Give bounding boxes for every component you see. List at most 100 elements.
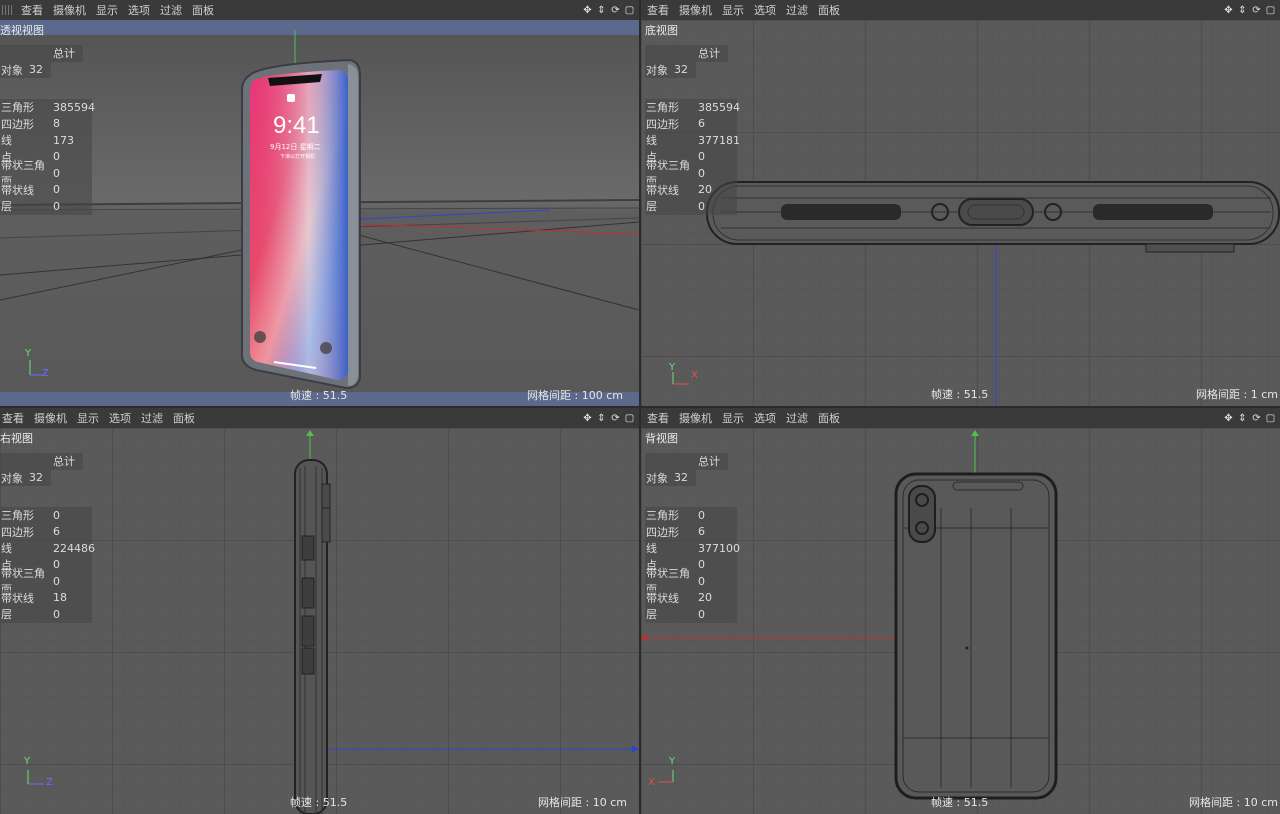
viewport-title: 透视视图 — [0, 24, 44, 37]
stats-objects-value: 32 — [29, 469, 51, 486]
stat-points-value: 0 — [698, 148, 737, 165]
stat-triangles-value: 0 — [53, 507, 92, 524]
stat-triangles-label: 三角形 — [0, 99, 53, 116]
stats-objects-label: 对象 — [0, 469, 29, 486]
stats-total-panel: 总计 对象 32 — [0, 45, 83, 78]
stat-lines-label: 线 — [0, 132, 53, 149]
stats-detail-panel: 三角形0 四边形6 线224486 点0 带状三角面0 带状线18 层0 — [0, 507, 95, 623]
stat-lines-value: 377100 — [698, 540, 740, 557]
stats-objects-label: 对象 — [645, 469, 674, 486]
stat-triangles-label: 三角形 — [645, 99, 698, 116]
stat-quads-label: 四边形 — [0, 115, 53, 132]
stat-lines-label: 线 — [645, 132, 698, 149]
axis-y-label: Y — [669, 756, 676, 767]
stat-strip-tris-value: 0 — [698, 573, 737, 590]
stat-strip-tris-label: 带状三角面 — [645, 159, 698, 188]
stats-objects-label: 对象 — [645, 61, 674, 78]
stats-total-panel: 总计 对象 32 — [0, 453, 83, 486]
viewport-right[interactable]: 查看 摄像机 显示 选项 过滤 面板 ✥ ⇕ ⟳ ▢ 右视图 总计 对象 32 … — [0, 408, 639, 814]
stat-points-value: 0 — [698, 556, 737, 573]
stat-strip-tris-value: 0 — [53, 573, 92, 590]
stat-layers-value: 0 — [698, 606, 737, 623]
axis-x-label: X — [648, 777, 655, 788]
fps-readout: 帧速 : 51.5 — [290, 796, 348, 809]
stat-triangles-label: 三角形 — [645, 507, 698, 524]
stat-triangles-value: 0 — [698, 507, 737, 524]
stat-triangles-value: 385594 — [53, 99, 95, 116]
stat-lines-value: 377181 — [698, 132, 740, 149]
stats-objects-value: 32 — [674, 469, 696, 486]
stat-triangles-value: 385594 — [698, 99, 740, 116]
stat-quads-value: 6 — [698, 115, 737, 132]
stat-lines-label: 线 — [645, 540, 698, 557]
stat-quads-value: 6 — [53, 523, 92, 540]
stat-quads-label: 四边形 — [645, 523, 698, 540]
fps-readout: 帧速 : 51.5 — [931, 388, 989, 401]
stat-strip-tris-label: 带状三角面 — [0, 159, 53, 188]
viewport-perspective[interactable]: 查看 摄像机 显示 选项 过滤 面板 ✥ ⇕ ⟳ ▢ 9:41 9月12日 星期… — [0, 0, 639, 406]
axis-y-label: Y — [24, 756, 31, 767]
stat-strip-tris-label: 带状三角面 — [0, 567, 53, 596]
stat-strip-lines-value: 20 — [698, 181, 737, 198]
stat-strip-tris-label: 带状三角面 — [645, 567, 698, 596]
stat-points-value: 0 — [53, 556, 92, 573]
viewport-title: 背视图 — [645, 432, 678, 445]
stat-strip-lines-label: 带状线 — [645, 589, 698, 606]
stats-total-panel: 总计 对象 32 — [645, 45, 728, 78]
stat-layers-label: 层 — [645, 198, 698, 215]
stats-objects-label: 对象 — [0, 61, 29, 78]
grid-spacing-readout: 网格间距 : 10 cm — [538, 796, 627, 809]
stat-strip-lines-label: 带状线 — [645, 181, 698, 198]
axis-y-label: Y — [25, 348, 32, 359]
stat-quads-label: 四边形 — [645, 115, 698, 132]
grid-spacing-readout: 网格间距 : 1 cm — [1196, 388, 1278, 401]
stats-objects-value: 32 — [674, 61, 696, 78]
stat-lines-value: 224486 — [53, 540, 95, 557]
stats-total-label: 总计 — [53, 453, 83, 470]
stat-layers-value: 0 — [698, 198, 737, 215]
stat-quads-label: 四边形 — [0, 523, 53, 540]
phone-model[interactable] — [0, 0, 639, 406]
stat-lines-label: 线 — [0, 540, 53, 557]
stat-layers-label: 层 — [0, 198, 53, 215]
phone-date: 9月12日 星期二 — [270, 143, 321, 151]
stat-strip-tris-value: 0 — [53, 165, 92, 182]
right-view-model — [27, 430, 639, 814]
stat-quads-value: 8 — [53, 115, 92, 132]
viewport-title: 底视图 — [645, 24, 678, 37]
stat-quads-value: 6 — [698, 523, 737, 540]
viewport-bottom[interactable]: 查看 摄像机 显示 选项 过滤 面板 ✥ ⇕ ⟳ ▢ 底视图 总计 对象32 — [641, 0, 1280, 406]
stat-triangles-label: 三角形 — [0, 507, 53, 524]
phone-clock: 9:41 — [273, 112, 320, 139]
grid-spacing-readout: 网格间距 : 100 cm — [527, 389, 623, 402]
viewport-back[interactable]: 查看 摄像机 显示 选项 过滤 面板 ✥ ⇕ ⟳ ▢ 背视图 总计 对象 32 … — [641, 408, 1280, 814]
stat-strip-lines-value: 0 — [53, 181, 92, 198]
stat-layers-value: 0 — [53, 606, 92, 623]
fps-readout: 帧速 : 51.5 — [931, 796, 989, 809]
stat-strip-lines-label: 带状线 — [0, 181, 53, 198]
stat-layers-label: 层 — [645, 606, 698, 623]
grid-spacing-readout: 网格间距 : 10 cm — [1189, 796, 1278, 809]
stats-total-label: 总计 — [698, 45, 728, 62]
axis-z-label: Z — [42, 368, 49, 379]
stat-strip-tris-value: 0 — [698, 165, 737, 182]
stats-objects-value: 32 — [29, 61, 51, 78]
axis-y-label: Y — [669, 362, 676, 373]
stat-layers-value: 0 — [53, 198, 92, 215]
stat-points-value: 0 — [53, 148, 92, 165]
viewport-title: 右视图 — [0, 432, 33, 445]
axis-x-label: X — [691, 370, 698, 381]
stat-lines-value: 173 — [53, 132, 92, 149]
stat-strip-lines-value: 20 — [698, 589, 737, 606]
stat-strip-lines-label: 带状线 — [0, 589, 53, 606]
stat-strip-lines-value: 18 — [53, 589, 92, 606]
stats-total-label: 总计 — [698, 453, 728, 470]
stats-detail-panel: 三角形0 四边形6 线377100 点0 带状三角面0 带状线20 层0 — [645, 507, 740, 623]
stats-total-panel: 总计 对象 32 — [645, 453, 728, 486]
stats-detail-panel: 三角形385594 四边形8 线173 点0 带状三角面0 带状线0 层0 — [0, 99, 95, 215]
fps-readout: 帧速 : 51.5 — [290, 389, 348, 402]
axis-z-label: Z — [46, 777, 53, 788]
stats-detail-panel: 三角形385594 四边形6 线377181 点0 带状三角面0 带状线20 层… — [645, 99, 740, 215]
stats-total-label: 总计 — [53, 45, 83, 62]
stat-layers-label: 层 — [0, 606, 53, 623]
